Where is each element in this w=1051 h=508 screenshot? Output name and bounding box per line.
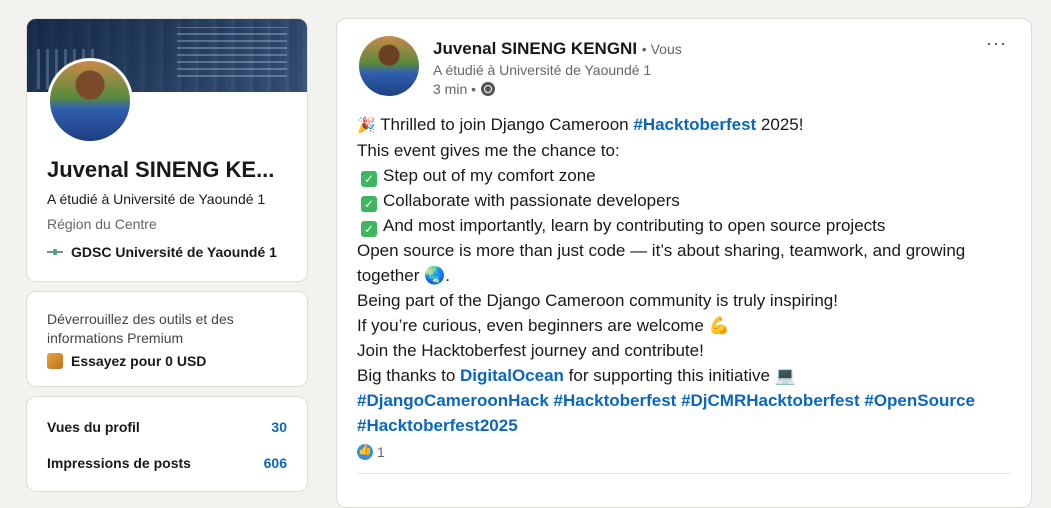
hashtag-link[interactable]: #DjCMRHacktoberfest <box>681 391 860 410</box>
reactions-summary[interactable]: 1 <box>357 443 385 460</box>
post-text: 2025! <box>756 115 804 134</box>
post-text: for supporting this initiative 💻 <box>563 366 796 385</box>
organization-label: GDSC Université de Yaoundé 1 <box>71 244 277 260</box>
post-line: Big thanks to DigitalOcean for supportin… <box>357 363 997 388</box>
profile-location: Région du Centre <box>47 216 157 232</box>
globe-icon <box>481 82 496 96</box>
author-name[interactable]: Juvenal SINENG KENGNI <box>433 39 637 58</box>
post-line: Open source is more than just code — it’… <box>357 241 966 260</box>
hashtag-line: #DjangoCameroonHack #Hacktoberfest #DjCM… <box>357 388 997 413</box>
author-name-row[interactable]: Juvenal SINENG KENGNI • Vous <box>433 39 682 59</box>
post-line: ✓ And most importantly, learn by contribu… <box>357 213 997 238</box>
post-text: Step out of my comfort zone <box>383 166 596 185</box>
reaction-count: 1 <box>377 444 385 460</box>
post-line: together 🌏. <box>357 266 450 285</box>
banner-decoration <box>177 27 287 77</box>
like-reaction-icon <box>357 443 373 460</box>
post-line: Join the Hacktoberfest journey and contr… <box>357 341 704 360</box>
stat-label: Impressions de posts <box>47 455 191 471</box>
organization-icon <box>47 247 63 257</box>
profile-card: Juvenal SINENG KE... A étudié à Universi… <box>26 18 308 282</box>
party-popper-icon: 🎉 <box>357 117 376 134</box>
author-avatar[interactable] <box>359 36 419 96</box>
hashtag-link[interactable]: #Hacktoberfest <box>554 391 677 410</box>
profile-avatar[interactable] <box>47 58 133 144</box>
stats-card: Vues du profil 30 Impressions de posts 6… <box>26 396 308 492</box>
profile-headline: A étudié à Université de Yaoundé 1 <box>47 191 266 207</box>
premium-cta-label: Essayez pour 0 USD <box>71 353 207 369</box>
stat-row-profile-views[interactable]: Vues du profil 30 <box>47 415 287 439</box>
post-text: Collaborate with passionate developers <box>383 191 680 210</box>
stat-value: 606 <box>263 455 287 471</box>
post-line: If you’re curious, even beginners are we… <box>357 316 730 335</box>
author-you-label: • Vous <box>641 41 682 57</box>
post-line: Being part of the Django Cameroon commun… <box>357 291 838 310</box>
check-icon: ✓ <box>361 196 377 212</box>
premium-trial-link[interactable]: Essayez pour 0 USD <box>47 353 206 369</box>
check-icon: ✓ <box>361 171 377 187</box>
hashtag-link[interactable]: #OpenSource <box>864 391 975 410</box>
post-menu-button[interactable]: ··· <box>986 33 1007 54</box>
profile-name[interactable]: Juvenal SINENG KE... <box>47 157 274 183</box>
premium-text: Déverrouillez des outils et des informat… <box>47 311 234 346</box>
post-text: Big thanks to <box>357 366 461 385</box>
post-line: 🎉 Thrilled to join Django Cameroon #Hack… <box>357 112 997 138</box>
post-card: Juvenal SINENG KENGNI • Vous A étudié à … <box>336 18 1032 508</box>
post-line: This event gives me the chance to: <box>357 141 620 160</box>
premium-card: Déverrouillez des outils et des informat… <box>26 291 308 387</box>
author-headline: A étudié à Université de Yaoundé 1 <box>433 62 652 78</box>
stat-label: Vues du profil <box>47 419 140 435</box>
post-text: Thrilled to join Django Cameroon <box>380 115 634 134</box>
post-text: And most importantly, learn by contribut… <box>383 216 886 235</box>
hashtag-link[interactable]: #Hacktoberfest2025 <box>357 416 518 435</box>
post-body: 🎉 Thrilled to join Django Cameroon #Hack… <box>357 112 997 438</box>
post-time-label: 3 min • <box>433 81 477 97</box>
mention-link[interactable]: DigitalOcean <box>460 366 564 385</box>
stat-row-post-impressions[interactable]: Impressions de posts 606 <box>47 451 287 475</box>
stat-value: 30 <box>271 419 287 435</box>
hashtag-line: #Hacktoberfest2025 <box>357 413 997 438</box>
hashtag-link[interactable]: #Hacktoberfest <box>633 115 756 134</box>
premium-icon <box>47 353 63 369</box>
post-line: ✓ Collaborate with passionate developers <box>357 188 997 213</box>
check-icon: ✓ <box>361 221 377 237</box>
post-timestamp: 3 min • <box>433 81 496 97</box>
hashtag-link[interactable]: #DjangoCameroonHack <box>357 391 549 410</box>
post-line: ✓ Step out of my comfort zone <box>357 163 997 188</box>
profile-organization[interactable]: GDSC Université de Yaoundé 1 <box>47 244 277 260</box>
divider <box>357 473 1011 474</box>
